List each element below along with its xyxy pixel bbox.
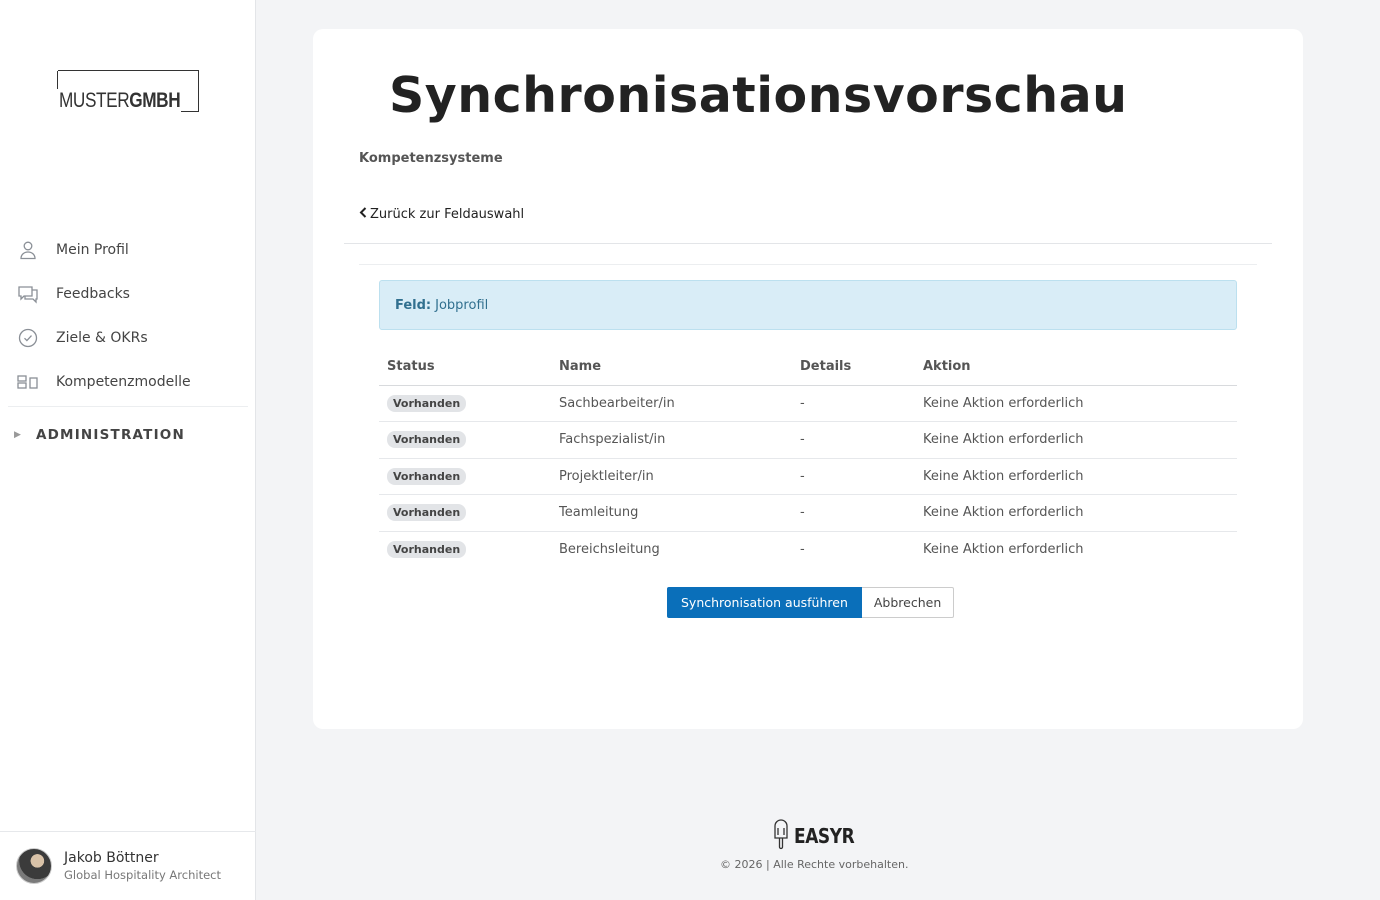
user-name: Jakob Böttner bbox=[64, 850, 159, 866]
table-header-row: Status Name Details Aktion bbox=[379, 349, 1237, 386]
caret-right-icon: ▶ bbox=[14, 430, 21, 440]
status-badge: Vorhanden bbox=[387, 541, 467, 558]
sidebar-item-label: ADMINISTRATION bbox=[36, 427, 185, 443]
run-sync-button[interactable]: Synchronisation ausführen bbox=[667, 587, 862, 618]
cell-details: - bbox=[792, 421, 915, 459]
cell-action: Keine Aktion erforderlich bbox=[915, 385, 1237, 422]
alert-key: Feld: bbox=[395, 297, 432, 313]
column-header-status: Status bbox=[379, 349, 551, 386]
alert-value: Jobprofil bbox=[435, 297, 489, 313]
page-subtitle: Kompetenzsysteme bbox=[359, 151, 503, 166]
cell-name: Teamleitung bbox=[551, 494, 792, 532]
cell-name: Sachbearbeiter/in bbox=[551, 385, 792, 422]
chevron-left-icon bbox=[359, 207, 367, 222]
status-badge: Vorhanden bbox=[387, 504, 467, 522]
check-circle-icon bbox=[17, 327, 39, 349]
footer-logo: EASYR bbox=[772, 818, 865, 854]
page-title: Synchronisationsvorschau bbox=[389, 67, 1128, 124]
table-row: Vorhanden Sachbearbeiter/in - Keine Akti… bbox=[379, 385, 1237, 422]
sidebar-item-feedbacks[interactable]: Feedbacks bbox=[8, 272, 248, 316]
avatar bbox=[16, 848, 52, 884]
cell-action: Keine Aktion erforderlich bbox=[915, 421, 1237, 459]
sidebar-item-kompetenzmodelle[interactable]: Kompetenzmodelle bbox=[8, 360, 248, 404]
status-badge: Vorhanden bbox=[387, 431, 467, 449]
status-badge: Vorhanden bbox=[387, 394, 467, 412]
copyright-text: © 2026 | Alle Rechte vorbehalten. bbox=[720, 858, 909, 871]
status-badge: Vorhanden bbox=[387, 467, 467, 485]
cell-details: - bbox=[800, 542, 805, 557]
sidebar-item-label: Ziele & OKRs bbox=[56, 330, 148, 346]
sidebar: MUSTERGMBH Mein Profil Feedbacks Ziele &… bbox=[0, 0, 256, 900]
cell-action: Keine Aktion erforderlich bbox=[915, 494, 1237, 532]
table-row: Vorhanden Fachspezialist/in - Keine Akti… bbox=[379, 421, 1237, 459]
cell-action: Keine Aktion erforderlich bbox=[915, 458, 1237, 495]
field-info-alert: Feld: Jobprofil bbox=[379, 280, 1237, 330]
sync-preview-table: Status Name Details Aktion Vorhanden Sac… bbox=[379, 349, 1237, 568]
cell-name: Fachspezialist/in bbox=[551, 421, 792, 459]
column-header-details: Details bbox=[792, 349, 915, 386]
blocks-icon bbox=[17, 371, 39, 393]
cell-name: Bereichsleitung bbox=[559, 542, 660, 557]
user-profile[interactable]: Jakob Böttner Global Hospitality Archite… bbox=[0, 831, 256, 900]
chat-bubbles-icon bbox=[17, 283, 39, 305]
user-role: Global Hospitality Architect bbox=[64, 868, 221, 882]
column-header-name: Name bbox=[551, 349, 792, 386]
cell-details: - bbox=[792, 494, 915, 532]
table-row: Vorhanden Bereichsleitung - Keine Aktion… bbox=[379, 531, 1237, 568]
popsicle-icon bbox=[772, 818, 790, 854]
company-logo[interactable]: MUSTERGMBH bbox=[57, 70, 199, 112]
cell-name: Projektleiter/in bbox=[551, 458, 792, 495]
table-row: Vorhanden Teamleitung - Keine Aktion erf… bbox=[379, 494, 1237, 532]
sidebar-item-label: Mein Profil bbox=[56, 242, 129, 258]
sidebar-item-label: Feedbacks bbox=[56, 286, 130, 302]
user-icon bbox=[17, 239, 39, 261]
divider bbox=[359, 264, 1257, 265]
column-header-aktion: Aktion bbox=[915, 349, 1237, 386]
sidebar-nav: Mein Profil Feedbacks Ziele & OKRs Kompe… bbox=[8, 228, 248, 463]
sidebar-item-label: Kompetenzmodelle bbox=[56, 374, 191, 390]
sidebar-item-administration[interactable]: ▶ ADMINISTRATION bbox=[8, 407, 248, 463]
cell-action: Keine Aktion erforderlich bbox=[923, 542, 1084, 557]
sidebar-item-mein-profil[interactable]: Mein Profil bbox=[8, 228, 248, 272]
back-link[interactable]: Zurück zur Feldauswahl bbox=[359, 207, 524, 222]
cell-details: - bbox=[792, 458, 915, 495]
content-card: Synchronisationsvorschau Kompetenzsystem… bbox=[313, 29, 1303, 729]
footer-brand: EASYR bbox=[794, 824, 855, 848]
sidebar-item-ziele-okrs[interactable]: Ziele & OKRs bbox=[8, 316, 248, 360]
table-row: Vorhanden Projektleiter/in - Keine Aktio… bbox=[379, 458, 1237, 495]
divider bbox=[344, 243, 1272, 244]
cancel-button[interactable]: Abbrechen bbox=[861, 587, 955, 618]
back-link-label: Zurück zur Feldauswahl bbox=[370, 207, 525, 222]
cell-details: - bbox=[792, 385, 915, 422]
action-buttons: Synchronisation ausführen Abbrechen bbox=[667, 587, 955, 618]
